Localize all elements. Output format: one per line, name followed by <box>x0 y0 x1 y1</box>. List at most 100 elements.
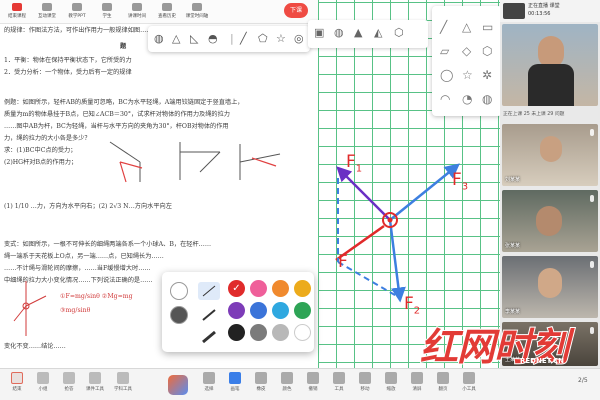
color-swatch[interactable] <box>272 302 289 319</box>
color-tool[interactable]: 颜色 <box>274 372 300 392</box>
cylinder-shape-icon[interactable]: ◍ <box>154 32 164 45</box>
lecture-time-button[interactable]: 讲课时间 <box>120 3 154 19</box>
finish-class-button[interactable]: 下课 <box>284 3 308 18</box>
exit-button[interactable]: 结束 <box>4 372 30 392</box>
page-indicator: 2/5 <box>578 377 588 384</box>
courseware-tools-button[interactable]: 课件工具 <box>82 372 108 392</box>
color-swatch[interactable] <box>294 324 311 341</box>
doc-line: 变式：如图所示，一根不可伸长的细绳两端各系一个小球A、B，在轻杆…… <box>4 241 212 248</box>
color-swatch[interactable] <box>228 324 245 341</box>
color-swatch[interactable] <box>228 302 245 319</box>
doc-line: 例题：如图所示，轻杆AB的质量可忽略，BC为水平轻绳，A端用铰链固定于竖直墙上， <box>4 99 244 106</box>
student-video-tile[interactable]: 刘某某 <box>502 124 598 186</box>
quiz-icon <box>63 372 75 384</box>
color-swatch[interactable] <box>272 280 289 297</box>
host-thumbnail[interactable] <box>503 3 525 19</box>
toolbox-icon <box>89 372 101 384</box>
f3-vector <box>389 163 460 221</box>
select-tool[interactable]: 选择 <box>196 372 222 392</box>
app-logo <box>168 375 188 395</box>
page-tool[interactable]: 翻页 <box>430 372 456 392</box>
gadget-icon <box>463 372 475 384</box>
doc-line: 1．平衡：物体在保持平衡状态下，它所受的力 <box>4 57 132 64</box>
avatar <box>538 268 562 298</box>
end-class-button[interactable]: 结束课程 <box>0 3 34 19</box>
timeline-icon <box>192 3 202 11</box>
group-icon <box>37 372 49 384</box>
group-button[interactable]: 小组 <box>30 372 56 392</box>
triangle-ruler-icon[interactable]: ◺ <box>190 32 198 45</box>
teacher-video-tile[interactable] <box>502 24 598 106</box>
ppt-button[interactable]: 教学PPT <box>60 3 94 19</box>
zoom-icon <box>385 372 397 384</box>
tools-icon <box>333 372 345 384</box>
quiz-button[interactable]: 抢答 <box>56 372 82 392</box>
width-thick[interactable] <box>198 328 220 346</box>
mic-icon <box>590 195 594 202</box>
width-medium[interactable] <box>198 306 220 324</box>
color-swatch[interactable] <box>250 280 267 297</box>
divider: | <box>230 32 234 45</box>
width-thin[interactable] <box>198 282 220 300</box>
color-swatch[interactable] <box>294 280 311 297</box>
page-icon <box>437 372 449 384</box>
gadget-tool[interactable]: 小工具 <box>456 372 482 392</box>
timeline-button[interactable]: 课堂时间轴 <box>180 3 214 19</box>
line-tool-icon[interactable]: ╱ <box>240 32 247 45</box>
doc-heading: 题 <box>120 43 127 50</box>
label-f: F <box>338 252 348 272</box>
zoom-tool[interactable]: 缩放 <box>378 372 404 392</box>
trash-icon <box>411 372 423 384</box>
pivot-dot <box>387 217 393 223</box>
pen-style-filled[interactable] <box>170 306 188 324</box>
subject-tools-button[interactable]: 学科工具 <box>110 372 136 392</box>
interactive-class-button[interactable]: 互动课堂 <box>30 3 64 19</box>
pen-settings-popup: ✓ <box>162 272 314 352</box>
history-icon <box>162 3 172 11</box>
color-swatch[interactable] <box>250 324 267 341</box>
handwriting-sketch <box>13 281 47 336</box>
tools-menu[interactable]: 工具 <box>326 372 352 392</box>
exit-icon <box>11 372 23 384</box>
doc-line: (1) 1/10 …力，方向为水平向右；(2) 2√3 N…方向水平向左 <box>4 203 172 210</box>
app-root: 结束课程 互动课堂 教学PPT 学生 讲课时间 查看历史 课堂时间轴 下课 的规… <box>0 0 600 400</box>
cone-shape-icon[interactable]: △ <box>172 32 180 45</box>
move-tool[interactable]: 移动 <box>352 372 378 392</box>
avatar <box>536 206 562 236</box>
interactive-icon <box>42 3 52 11</box>
undo-icon <box>307 372 319 384</box>
eraser-tool[interactable]: 橡皮 <box>248 372 274 392</box>
video-panel: 正在直播 课堂 00:13:56 正在上课 25 未上课 29 问题 刘某某 张… <box>500 0 600 368</box>
color-swatch[interactable] <box>272 324 289 341</box>
student-video-tile[interactable]: 李某某 <box>502 256 598 318</box>
top-toolbar: 结束课程 互动课堂 教学PPT 学生 讲课时间 查看历史 课堂时间轴 下课 <box>0 0 318 24</box>
attendance-status: 正在上课 25 未上课 29 问题 <box>503 112 565 117</box>
protractor-icon[interactable]: ◓ <box>208 32 218 45</box>
student-video-tile[interactable]: 张某某 <box>502 190 598 252</box>
star-icon[interactable]: ☆ <box>276 32 286 45</box>
circle-dot-icon[interactable]: ◎ <box>294 32 304 45</box>
undo-tool[interactable]: 撤销 <box>300 372 326 392</box>
avatar <box>540 136 562 162</box>
doc-line: 质量为m的物体悬挂于B点，已知∠ACB＝30°，试求杆对物体的作用力及绳的拉力 <box>4 111 230 118</box>
f1-vector <box>336 166 391 221</box>
palette-icon <box>281 372 293 384</box>
pen-style-solid[interactable] <box>170 282 188 300</box>
mic-icon <box>590 327 594 334</box>
color-swatch[interactable] <box>250 302 267 319</box>
label-f2: F2 <box>404 294 421 317</box>
bottom-toolbar: 结束 小组 抢答 课件工具 学科工具 选择 画笔 橡皮 颜色 撤销 工具 移动 … <box>0 368 600 400</box>
doc-line: ……图中AB为杆，BC为轻绳，当杆与水平方向的夹角为30°，杆OB对物体的作用 <box>4 123 229 130</box>
label-f1: F1 <box>346 152 363 175</box>
students-button[interactable]: 学生 <box>90 3 124 19</box>
eraser-icon <box>255 372 267 384</box>
pentagon-icon[interactable]: ⬠ <box>258 32 268 45</box>
clear-tool[interactable]: 清屏 <box>404 372 430 392</box>
cursor-icon <box>203 372 215 384</box>
pen-tool[interactable]: 画笔 <box>222 372 248 392</box>
mic-icon <box>590 261 594 268</box>
color-swatch[interactable] <box>294 302 311 319</box>
history-button[interactable]: 查看历史 <box>150 3 184 19</box>
color-swatch[interactable]: ✓ <box>228 280 245 297</box>
handwritten-note: ①F=mg/sinθ ②Mg=mg <box>60 293 133 300</box>
